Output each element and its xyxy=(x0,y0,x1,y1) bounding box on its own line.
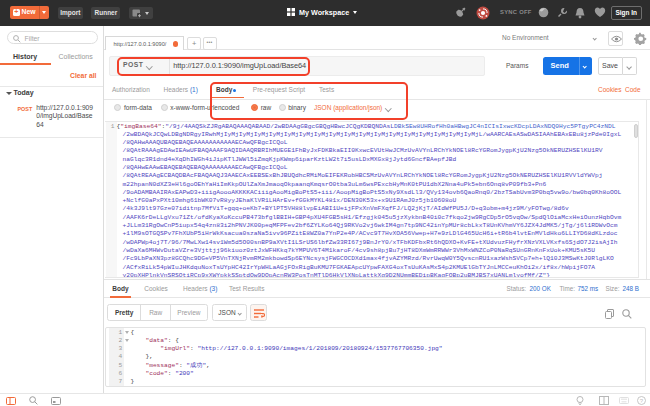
svg-text:?: ? xyxy=(640,397,644,403)
